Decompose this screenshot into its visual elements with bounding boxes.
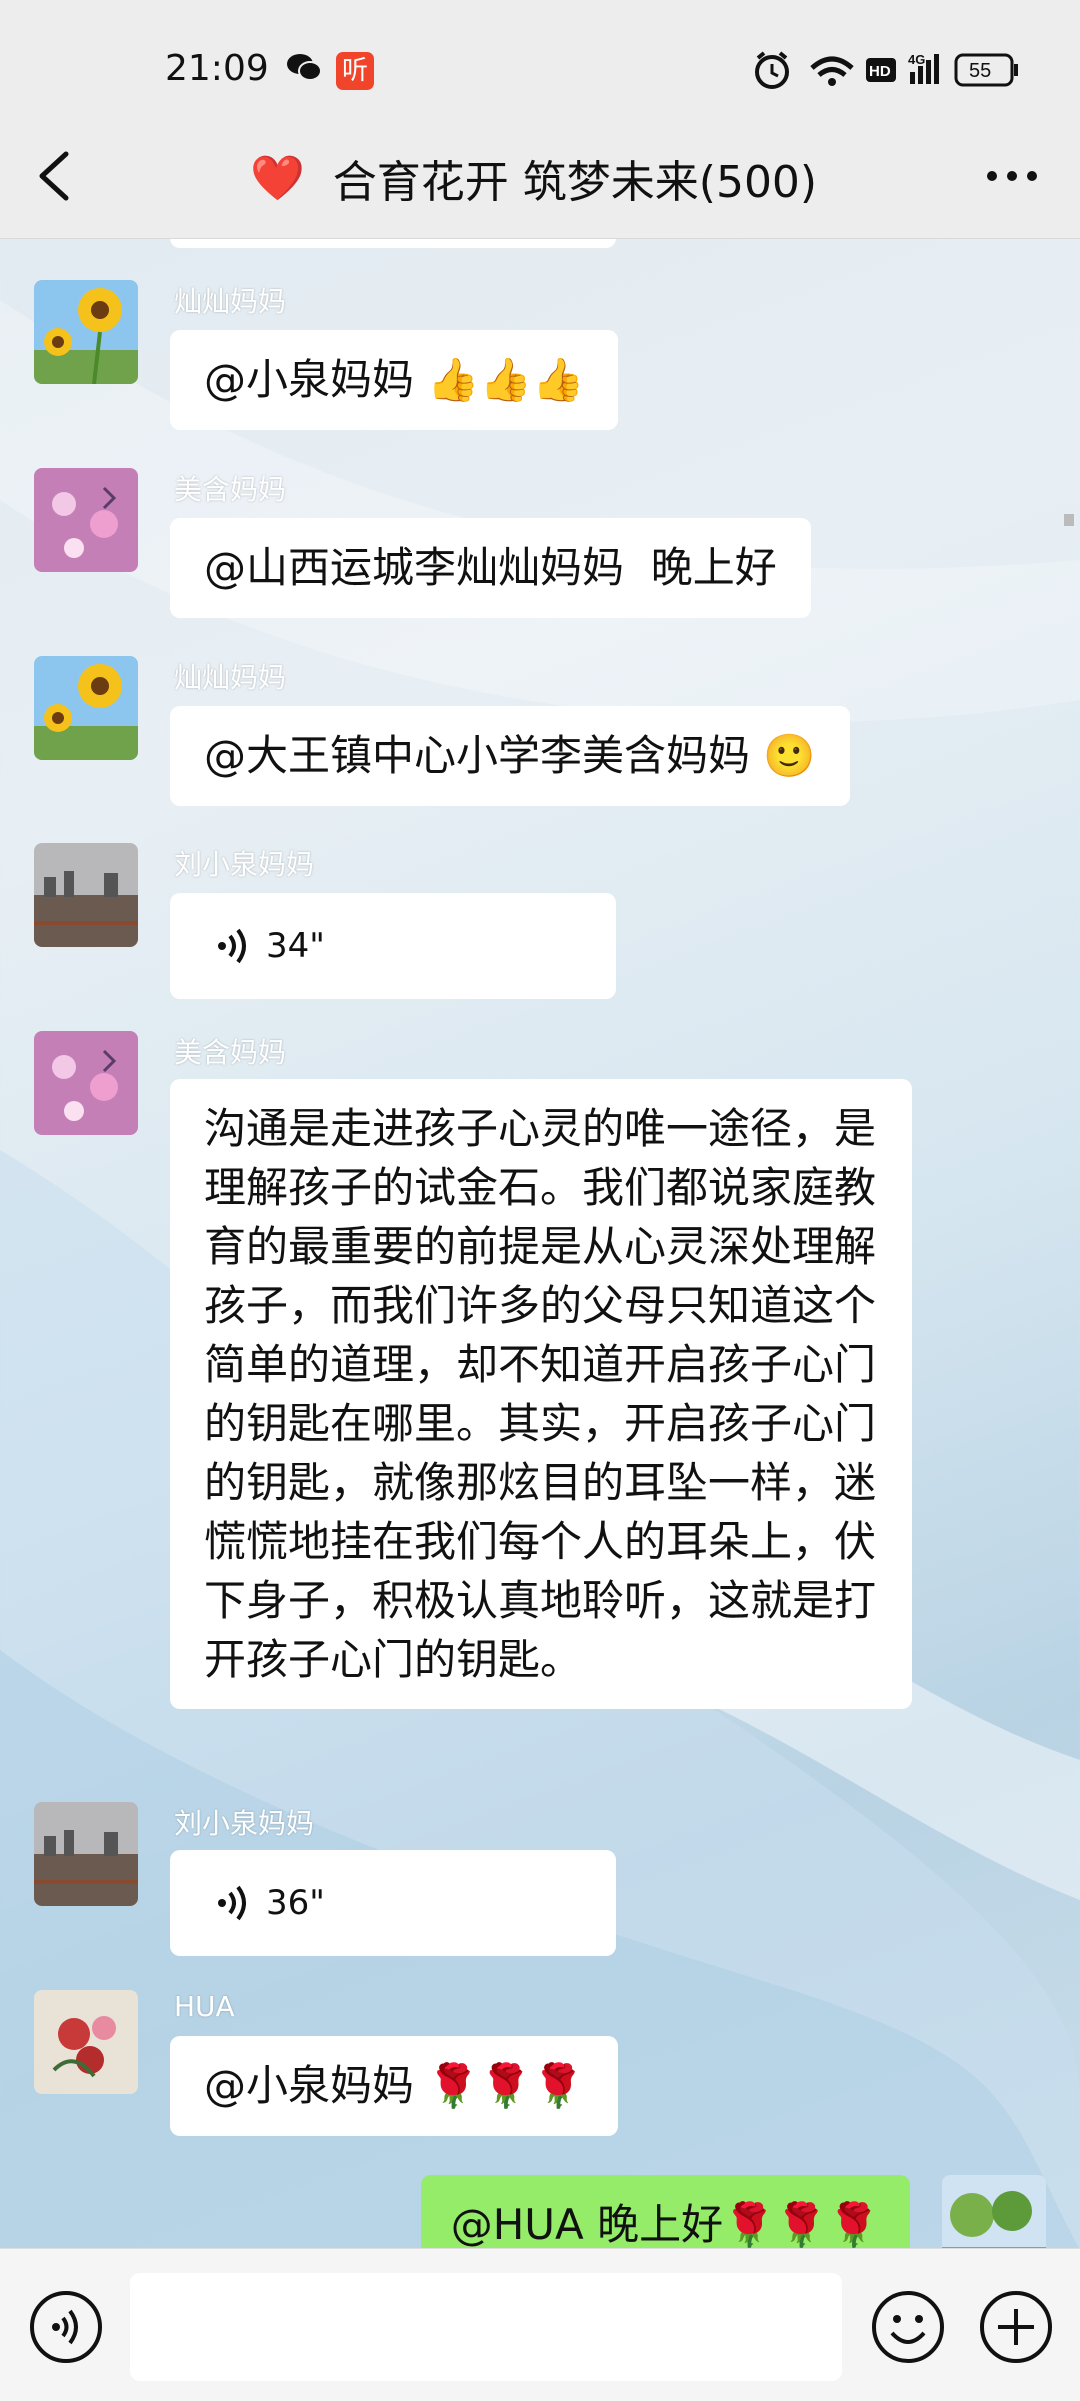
chat-header: ❤️ 合育花开 筑梦未来(500): [0, 110, 1080, 239]
heart-icon: ❤️: [250, 153, 305, 204]
sender-name: HUA: [174, 1990, 235, 2023]
message-row: 刘小泉妈妈 36": [0, 1802, 1080, 1962]
sender-name: 灿灿妈妈: [174, 285, 287, 318]
status-time: 21:09: [165, 48, 269, 89]
avatar[interactable]: [34, 1802, 138, 1906]
sender-name: 刘小泉妈妈: [174, 848, 315, 881]
message-row: 美含妈妈 沟通是走进孩子心灵的唯一途径，是理解孩子的试金石。我们都说家庭教育的最…: [0, 1031, 1080, 1771]
sender-name: 灿灿妈妈: [174, 661, 287, 694]
message-row: HUA @小泉妈妈 🌹🌹🌹: [0, 1990, 1080, 2150]
message-bubble[interactable]: @山西运城李灿灿妈妈 晚上好: [170, 518, 811, 618]
avatar[interactable]: [34, 656, 138, 760]
voice-play-icon: [218, 928, 246, 964]
more-icon[interactable]: [984, 168, 1040, 184]
voice-message-bubble[interactable]: 36": [170, 1850, 616, 1956]
ting-app-icon: 听: [336, 52, 374, 90]
avatar[interactable]: [34, 280, 138, 384]
svg-text:HD: HD: [869, 63, 891, 80]
chat-title-area: ❤️ 合育花开 筑梦未来(500): [250, 148, 817, 208]
plus-icon[interactable]: [978, 2289, 1054, 2365]
message-bubble[interactable]: 沟通是走进孩子心灵的唯一途径，是理解孩子的试金石。我们都说家庭教育的最重要的前提…: [170, 1079, 912, 1709]
voice-duration: 34": [266, 925, 325, 966]
wifi-icon: [810, 56, 854, 86]
sender-name: 刘小泉妈妈: [174, 1807, 315, 1840]
message-bubble[interactable]: @小泉妈妈 🌹🌹🌹: [170, 2036, 619, 2136]
self-message-bubble[interactable]: @HUA 晚上好🌹🌹🌹: [420, 2175, 910, 2248]
voice-play-icon: [218, 1885, 246, 1921]
avatar[interactable]: [34, 1031, 138, 1135]
message-bubble[interactable]: @小泉妈妈 👍👍👍: [170, 330, 619, 430]
battery-icon: 55: [954, 53, 1018, 87]
message-row: 灿灿妈妈 @小泉妈妈 👍👍👍: [0, 280, 1080, 440]
back-arrow-icon[interactable]: [30, 148, 80, 204]
message-bubble[interactable]: @大王镇中心小学李美含妈妈 🙂: [170, 706, 850, 806]
message-input[interactable]: [130, 2273, 842, 2381]
voice-message-bubble[interactable]: 34": [170, 893, 616, 999]
sender-name: 美含妈妈: [174, 473, 287, 506]
avatar[interactable]: [34, 1990, 138, 2094]
message-row: 美含妈妈 @山西运城李灿灿妈妈 晚上好: [0, 468, 1080, 628]
sender-name: 美含妈妈: [174, 1036, 287, 1069]
avatar[interactable]: [34, 468, 138, 572]
voice-icon[interactable]: [28, 2289, 104, 2365]
svg-text:55: 55: [969, 60, 991, 82]
chat-title: 合育花开 筑梦未来(500): [332, 157, 818, 208]
svg-text:4G: 4G: [908, 52, 925, 67]
message-row: @HUA 晚上好🌹🌹🌹: [0, 2175, 1080, 2248]
avatar[interactable]: [34, 843, 138, 947]
status-icons: HD 4G 55: [755, 51, 1018, 89]
alarm-icon: [755, 51, 789, 89]
input-bar: [0, 2248, 1080, 2401]
emoji-icon[interactable]: [870, 2289, 946, 2365]
wechat-icon: [287, 54, 322, 81]
avatar[interactable]: [942, 2175, 1046, 2248]
message-row: 刘小泉妈妈 34": [0, 843, 1080, 1003]
message-row: 灿灿妈妈 @大王镇中心小学李美含妈妈 🙂: [0, 656, 1080, 816]
voice-duration: 36": [266, 1882, 325, 1923]
